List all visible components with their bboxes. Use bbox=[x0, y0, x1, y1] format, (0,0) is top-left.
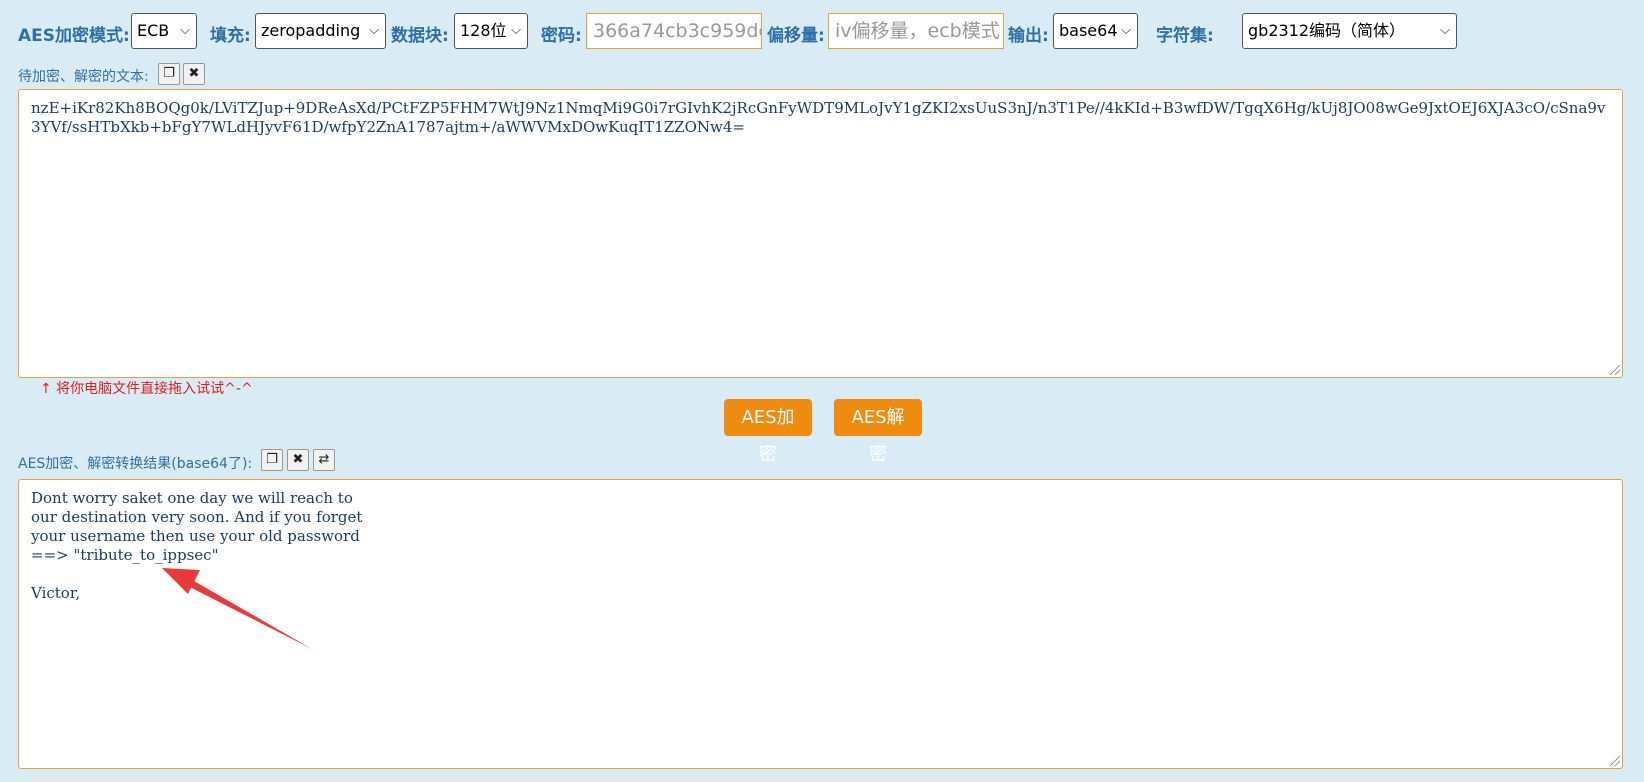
swap-button[interactable]: ⇄ bbox=[313, 449, 335, 471]
clear-output-button[interactable]: ✖ bbox=[287, 449, 309, 471]
padding-select[interactable]: zeropadding ⌵ bbox=[255, 13, 386, 49]
output-section-label: AES加密、解密转换结果(base64了): bbox=[18, 456, 253, 472]
copy-icon: ❐ bbox=[163, 66, 175, 81]
clear-input-button[interactable]: ✖ bbox=[183, 63, 205, 85]
charset-label: 字符集: bbox=[1156, 26, 1214, 46]
charset-select[interactable]: gb2312编码（简体） ⌵ bbox=[1242, 13, 1457, 49]
iv-label: 偏移量: bbox=[767, 26, 825, 46]
chevron-down-icon: ⌵ bbox=[1121, 23, 1131, 38]
resize-handle[interactable] bbox=[1610, 365, 1620, 375]
password-label: 密码: bbox=[541, 26, 582, 46]
chevron-down-icon: ⌵ bbox=[369, 23, 379, 38]
close-icon: ✖ bbox=[188, 66, 200, 81]
output-label: 输出: bbox=[1008, 26, 1049, 46]
copy-output-button[interactable]: ❐ bbox=[261, 449, 283, 471]
mode-label: AES加密模式: bbox=[18, 26, 130, 46]
close-icon: ✖ bbox=[292, 452, 304, 467]
mode-select[interactable]: ECB ⌵ bbox=[131, 13, 197, 49]
iv-input[interactable]: iv偏移量，ecb模式 bbox=[828, 13, 1004, 49]
encrypt-button[interactable]: AES加密 bbox=[724, 399, 812, 465]
output-select[interactable]: base64 ⌵ bbox=[1053, 13, 1138, 49]
charset-value: gb2312编码（简体） bbox=[1248, 21, 1406, 40]
chevron-down-icon: ⌵ bbox=[511, 23, 521, 38]
input-text: nzE+iKr82Kh8BOQg0k/LViTZJup+9DReAsXd/PCt… bbox=[31, 99, 1606, 136]
output-textarea[interactable]: Dont worry saket one day we will reach t… bbox=[18, 479, 1623, 769]
chevron-down-icon: ⌵ bbox=[180, 23, 190, 38]
mode-value: ECB bbox=[137, 21, 170, 40]
output-value: base64 bbox=[1059, 21, 1118, 40]
padding-label: 填充: bbox=[210, 26, 251, 46]
block-label: 数据块: bbox=[391, 26, 449, 46]
padding-value: zeropadding bbox=[261, 21, 361, 40]
input-label: 待加密、解密的文本: bbox=[18, 69, 149, 85]
output-text: Dont worry saket one day we will reach t… bbox=[31, 489, 363, 602]
toolbar: AES加密模式: ECB ⌵ 填充: zeropadding ⌵ 数据块: 12… bbox=[0, 13, 1644, 49]
copy-input-button[interactable]: ❐ bbox=[158, 63, 180, 85]
block-value: 128位 bbox=[460, 21, 507, 40]
password-input[interactable]: 366a74cb3c959de bbox=[586, 13, 762, 49]
swap-icon: ⇄ bbox=[318, 452, 330, 467]
drop-hint: ↑ 将你电脑文件直接拖入试试^-^ bbox=[40, 381, 253, 397]
input-textarea[interactable]: nzE+iKr82Kh8BOQg0k/LViTZJup+9DReAsXd/PCt… bbox=[18, 89, 1623, 378]
decrypt-button[interactable]: AES解密 bbox=[834, 399, 922, 465]
password-value: 366a74cb3c959de bbox=[593, 20, 762, 42]
iv-placeholder: iv偏移量，ecb模式 bbox=[835, 20, 1000, 42]
block-select[interactable]: 128位 ⌵ bbox=[454, 13, 528, 49]
chevron-down-icon: ⌵ bbox=[1440, 23, 1450, 38]
resize-handle[interactable] bbox=[1610, 756, 1620, 766]
copy-icon: ❐ bbox=[266, 452, 278, 467]
